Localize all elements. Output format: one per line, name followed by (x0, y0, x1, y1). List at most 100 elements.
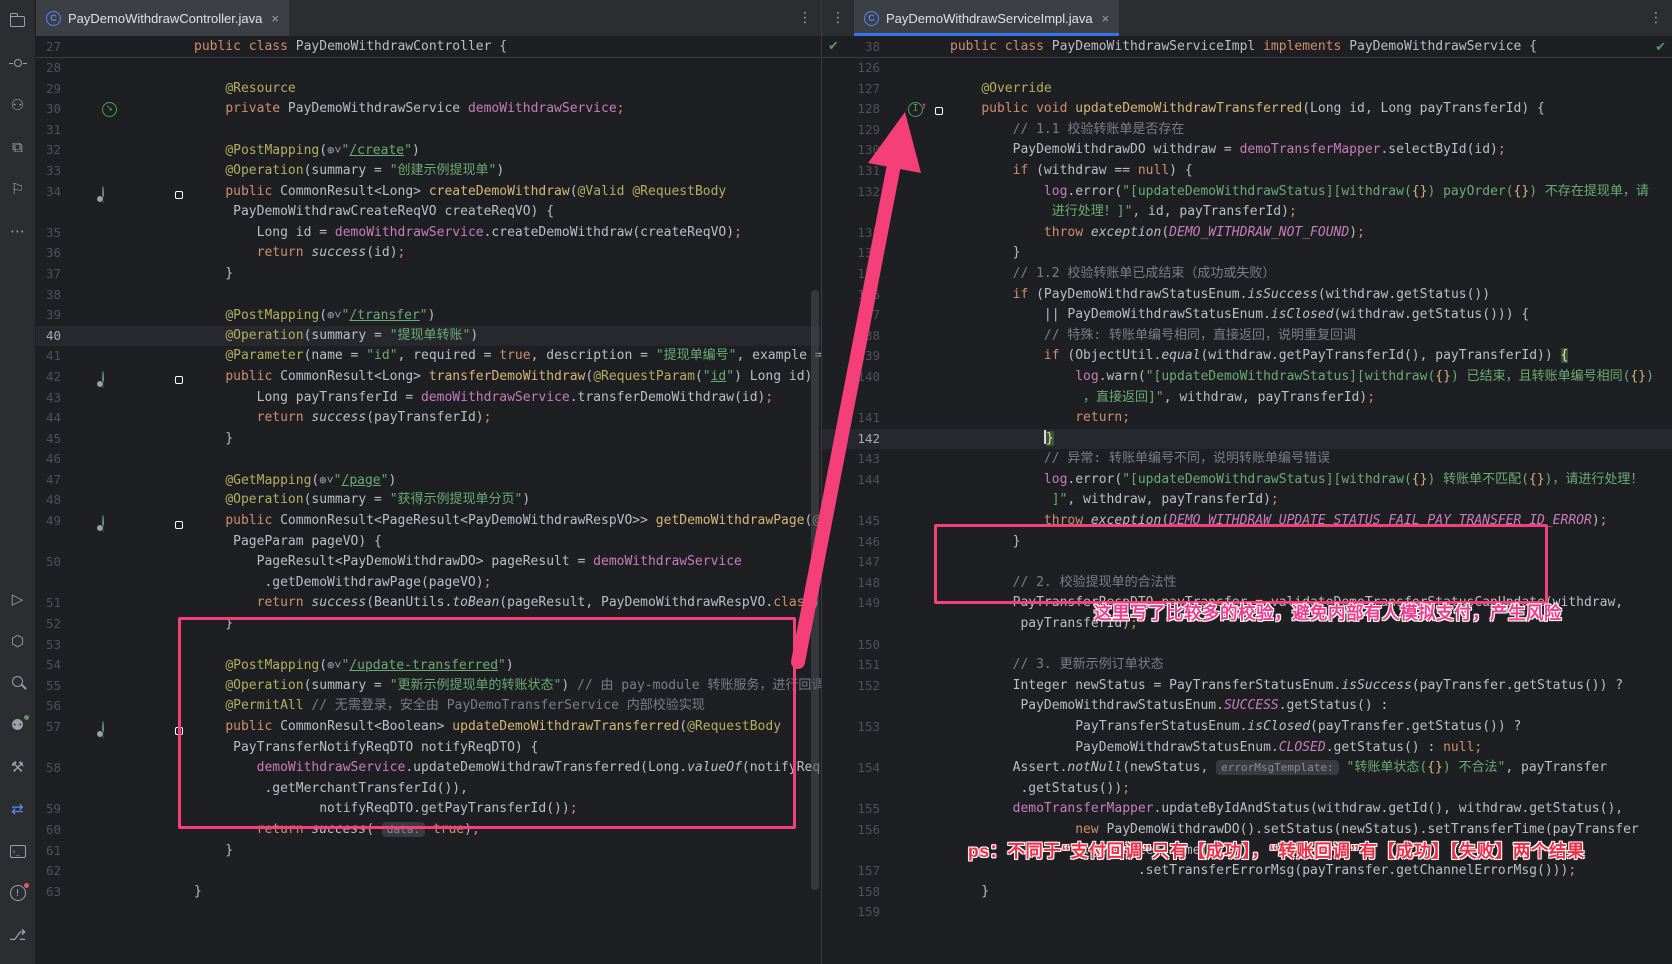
code-line[interactable]: 47 @GetMapping(⊕˅"/page") (36, 470, 821, 491)
tab-paydemowithdrawserviceimpl[interactable]: C PayDemoWithdrawServiceImpl.java × (854, 0, 1119, 36)
code-line[interactable]: 49 public CommonResult<PageResult<PayDem… (36, 511, 821, 532)
code-line[interactable]: 45 } (36, 429, 821, 450)
code-line[interactable]: 34 public CommonResult<Long> createDemoW… (36, 182, 821, 203)
code-line[interactable]: 155 demoTransferMapper.updateByIdAndStat… (822, 799, 1672, 820)
code-line[interactable]: 31 (36, 120, 821, 141)
code-line[interactable]: 136 if (PayDemoWithdrawStatusEnum.isSucc… (822, 285, 1672, 306)
remote-dev-icon[interactable]: ⇄ (5, 796, 31, 822)
close-icon[interactable]: × (1102, 11, 1110, 26)
tab-paydemowithdrawcontroller[interactable]: C PayDemoWithdrawController.java × (36, 0, 289, 36)
code-line[interactable]: 41 @Parameter(name = "id", required = tr… (36, 346, 821, 367)
code-line[interactable]: 50 PageResult<PayDemoWithdrawDO> pageRes… (36, 552, 821, 573)
code-line[interactable]: 141 return; (822, 408, 1672, 429)
structure-icon[interactable]: ⧉ (5, 134, 31, 160)
problems-icon[interactable]: ! (5, 880, 31, 906)
code-line[interactable]: 46 (36, 449, 821, 470)
run-icon[interactable]: ▷ (5, 586, 31, 612)
code-line[interactable]: 129 // 1.1 校验转账单是否存在 (822, 120, 1672, 141)
code-line[interactable]: .getMerchantTransferId()), (36, 779, 821, 800)
split-options-icon[interactable]: ⋮ (822, 0, 854, 36)
code-line[interactable]: PayDemoWithdrawStatusEnum.CLOSED.getStat… (822, 738, 1672, 759)
scrollbar-thumb[interactable] (811, 290, 819, 890)
code-line[interactable]: 145 throw exception(DEMO_WITHDRAW_UPDATE… (822, 511, 1672, 532)
code-line[interactable]: 62 (36, 861, 821, 882)
code-line[interactable]: .getSuccessTime()) (822, 841, 1672, 862)
code-line[interactable]: 29 @Resource (36, 79, 821, 100)
build-icon[interactable]: ⚒ (5, 754, 31, 780)
code-line[interactable]: 28 (36, 58, 821, 79)
code-line[interactable]: PayTransferNotifyReqDTO notifyReqDTO) { (36, 738, 821, 759)
code-line[interactable]: 63} (36, 882, 821, 903)
code-line[interactable]: 144 log.error("[updateDemoWithdrawStatus… (822, 470, 1672, 491)
code-line[interactable]: 48 @Operation(summary = "获得示例提现单分页") (36, 490, 821, 511)
code-line[interactable]: 128I public void updateDemoWithdrawTrans… (822, 99, 1672, 120)
code-line[interactable]: payTransferId); (822, 614, 1672, 635)
code-line[interactable]: 137 || PayDemoWithdrawStatusEnum.isClose… (822, 305, 1672, 326)
code-line[interactable]: .getDemoWithdrawPage(pageVO); (36, 573, 821, 594)
code-line[interactable]: 52 } (36, 614, 821, 635)
code-line[interactable]: 54 @PostMapping(⊕˅"/update-transferred") (36, 655, 821, 676)
code-line[interactable]: 35 Long id = demoWithdrawService.createD… (36, 223, 821, 244)
code-line[interactable]: 38 (36, 285, 821, 306)
project-icon[interactable] (5, 8, 31, 34)
code-line[interactable]: 147 (822, 552, 1672, 573)
code-line[interactable]: 127 @Override (822, 79, 1672, 100)
code-line[interactable]: PayDemoWithdrawCreateReqVO createReqVO) … (36, 202, 821, 223)
version-control-icon[interactable]: ⎇ (5, 922, 31, 948)
code-line[interactable]: 142 } (822, 429, 1672, 450)
bookmarks-icon[interactable]: ⚐ (5, 176, 31, 202)
terminal-icon[interactable]: ›_ (5, 838, 31, 864)
code-line[interactable]: 57 public CommonResult<Boolean> updateDe… (36, 717, 821, 738)
editor-options-icon[interactable]: ⋮ (789, 0, 821, 36)
code-line[interactable]: .getStatus()); (822, 779, 1672, 800)
code-line[interactable]: 37 } (36, 264, 821, 285)
code-line[interactable]: 30➘ private PayDemoWithdrawService demoW… (36, 99, 821, 120)
code-line[interactable]: ，直接返回]", withdraw, payTransferId); (822, 388, 1672, 409)
code-line[interactable]: 131 if (withdraw == null) { (822, 161, 1672, 182)
code-line[interactable]: 55 @Operation(summary = "更新示例提现单的转账状态") … (36, 676, 821, 697)
code-line[interactable]: 149 PayTransferRespDTO payTransfer = val… (822, 593, 1672, 614)
code-line[interactable]: 133 throw exception(DEMO_WITHDRAW_NOT_FO… (822, 223, 1672, 244)
code-line[interactable]: 40 @Operation(summary = "提现单转账") (36, 326, 821, 347)
spring-mapping-icon[interactable] (102, 721, 104, 738)
code-line[interactable]: 157 .setTransferErrorMsg(payTransfer.get… (822, 861, 1672, 882)
close-icon[interactable]: × (271, 11, 279, 26)
editor-options-icon[interactable]: ⋮ (1640, 0, 1672, 36)
code-line[interactable]: 43 Long payTransferId = demoWithdrawServ… (36, 388, 821, 409)
implementing-method-icon[interactable]: I (908, 102, 923, 117)
code-line[interactable]: 36 return success(id); (36, 243, 821, 264)
pull-requests-icon[interactable]: ⚇ (5, 92, 31, 118)
code-line[interactable]: 148 // 2. 校验提现单的合法性 (822, 573, 1672, 594)
code-line[interactable]: 146 } (822, 532, 1672, 553)
services-icon[interactable]: ⬡ (5, 628, 31, 654)
code-line[interactable]: 27public class PayDemoWithdrawController… (36, 36, 821, 58)
spring-mapping-icon[interactable] (102, 515, 104, 532)
code-line[interactable]: 156 new PayDemoWithdrawDO().setStatus(ne… (822, 820, 1672, 841)
code-line[interactable]: 130 PayDemoWithdrawDO withdraw = demoTra… (822, 140, 1672, 161)
more-tool-windows-icon[interactable]: ⋯ (5, 218, 31, 244)
code-line[interactable]: ]", withdraw, payTransferId); (822, 490, 1672, 511)
search-icon[interactable] (5, 670, 31, 696)
code-line[interactable]: 143 // 异常: 转账单编号不同，说明转账单编号错误 (822, 449, 1672, 470)
code-line[interactable]: PageParam pageVO) { (36, 532, 821, 553)
code-line[interactable]: 140 log.warn("[updateDemoWithdrawStatus]… (822, 367, 1672, 388)
code-line[interactable]: 153 PayTransferStatusEnum.isClosed(payTr… (822, 717, 1672, 738)
code-line[interactable]: 进行处理！]", id, payTransferId); (822, 202, 1672, 223)
code-line[interactable]: 32 @PostMapping(⊕˅"/create") (36, 140, 821, 161)
inspections-ok-icon[interactable]: ✔ (1655, 40, 1666, 55)
code-line[interactable]: 138 // 特殊: 转账单编号相同，直接返回，说明重复回调 (822, 326, 1672, 347)
code-line[interactable]: 154 Assert.notNull(newStatus, errorMsgTe… (822, 758, 1672, 779)
code-line[interactable]: 139 if (ObjectUtil.equal(withdraw.getPay… (822, 346, 1672, 367)
debug-icon[interactable]: ⚉ (5, 712, 31, 738)
commit-icon[interactable] (5, 50, 31, 76)
code-line[interactable]: 135 // 1.2 校验转账单已成结束（成功或失败） (822, 264, 1672, 285)
spring-mapping-icon[interactable] (102, 186, 104, 203)
code-line[interactable]: 134 } (822, 243, 1672, 264)
code-line[interactable]: PayDemoWithdrawStatusEnum.SUCCESS.getSta… (822, 696, 1672, 717)
code-line[interactable]: 132 log.error("[updateDemoWithdrawStatus… (822, 182, 1672, 203)
code-line[interactable]: 158 } (822, 882, 1672, 903)
code-line[interactable]: 42 public CommonResult<Long> transferDem… (36, 367, 821, 388)
code-line[interactable]: 33 @Operation(summary = "创建示例提现单") (36, 161, 821, 182)
code-line[interactable]: 58 demoWithdrawService.updateDemoWithdra… (36, 758, 821, 779)
code-line[interactable]: 152 Integer newStatus = PayTransferStatu… (822, 676, 1672, 697)
